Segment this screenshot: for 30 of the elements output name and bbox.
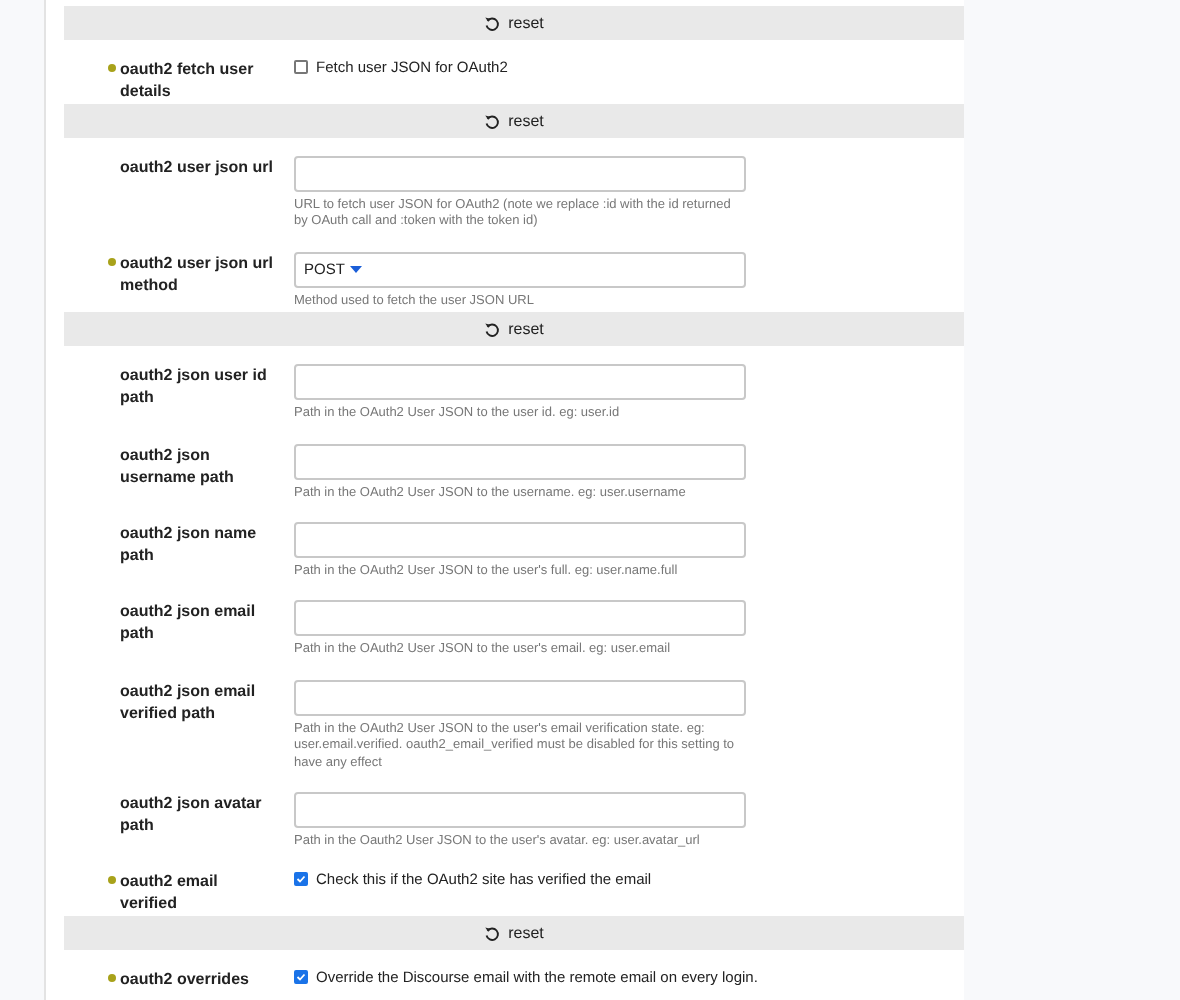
- input-field[interactable]: [294, 792, 746, 829]
- setting-label: oauth2 json email path: [120, 600, 258, 645]
- reset-button[interactable]: reset: [64, 6, 964, 40]
- input-field[interactable]: [294, 679, 746, 716]
- setting-label: oauth2 fetch user details: [120, 58, 256, 102]
- setting-label: oauth2 email verified: [120, 870, 220, 915]
- reset-button[interactable]: reset: [64, 104, 964, 138]
- checkbox[interactable]: [294, 60, 308, 74]
- setting-label: oauth2 json username path: [120, 443, 236, 488]
- reset-button[interactable]: reset: [64, 312, 964, 347]
- reset-icon: [484, 113, 501, 129]
- setting-label: oauth2 overrides: [120, 968, 251, 991]
- setting-label: oauth2 json user id path: [120, 364, 269, 409]
- checkbox[interactable]: [294, 970, 308, 985]
- setting-label: oauth2 json name path: [120, 522, 259, 567]
- caret-icon: [350, 265, 363, 274]
- input-field[interactable]: [294, 443, 746, 480]
- reset-icon: [484, 321, 501, 338]
- input-field[interactable]: [294, 156, 746, 192]
- input-field[interactable]: [294, 522, 746, 559]
- setting-label: oauth2 json avatar path: [120, 792, 264, 837]
- reset-icon: [484, 15, 501, 31]
- checkbox[interactable]: [294, 872, 308, 887]
- reset-icon: [484, 925, 501, 942]
- input-field[interactable]: [294, 600, 746, 637]
- setting-label: oauth2 user json url method: [120, 251, 275, 296]
- setting-label: oauth2 user json url: [120, 156, 275, 178]
- setting-label: oauth2 json email verified path: [120, 679, 258, 724]
- reset-button[interactable]: reset: [64, 916, 964, 951]
- input-field[interactable]: [294, 364, 746, 401]
